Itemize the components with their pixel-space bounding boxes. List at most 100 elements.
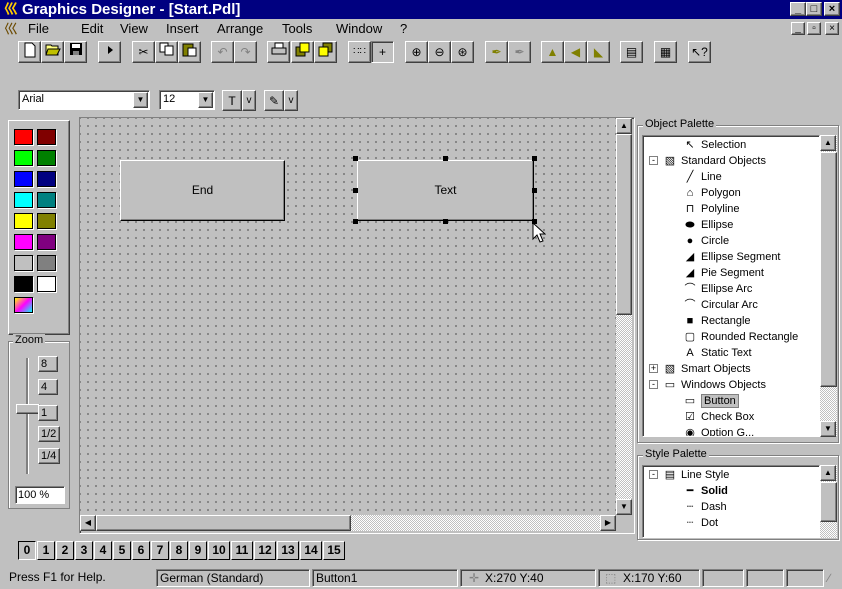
color-swatch[interactable] [14,150,33,166]
color-icon[interactable]: ✒ [485,41,508,63]
selection-handle[interactable] [353,219,358,224]
menu-view[interactable]: View [118,19,150,39]
style-scroll-up-icon[interactable]: ▲ [820,465,836,481]
mdi-close-button[interactable]: × [825,22,839,35]
library-icon[interactable]: ▦ [654,41,677,63]
paste-icon[interactable] [178,41,201,63]
layer-button-0[interactable]: 0 [18,541,36,560]
object-palette-tree-item[interactable]: ◉ Option G... [683,425,754,436]
object-scroll-down-icon[interactable]: ▼ [820,421,836,437]
save-icon[interactable] [64,41,87,63]
flip-horizontal-icon[interactable]: ▲ [541,41,564,63]
object-scroll-thumb[interactable] [820,152,837,387]
text-color-dropdown[interactable]: v [242,90,256,111]
maximize-button[interactable]: □ [806,2,822,16]
help-icon[interactable]: ↖? [688,41,711,63]
layer-button-7[interactable]: 7 [151,541,169,560]
menu-file[interactable]: File [26,19,51,39]
selection-handle[interactable] [353,156,358,161]
layer-button-2[interactable]: 2 [56,541,74,560]
horizontal-scroll-thumb[interactable] [96,515,351,531]
menu-tools[interactable]: Tools [280,19,314,39]
print-icon[interactable] [267,41,290,63]
zoom-in-icon[interactable]: ⊕ [405,41,428,63]
zoom-level-8[interactable]: 8 [38,356,58,372]
object-palette-tree-item[interactable]: ▢ Rounded Rectangle [683,329,798,345]
flip-vertical-icon[interactable]: ◀ [564,41,587,63]
vertical-scrollbar[interactable]: ▲ ▼ [616,118,632,515]
style-palette-scrollbar[interactable]: ▲ [820,465,837,538]
menu-edit[interactable]: Edit [79,19,105,39]
object-palette-tree-item[interactable]: ⌂ Polygon [683,185,741,201]
document-icon[interactable]: ⼮ [4,19,18,39]
color-swatch[interactable] [14,192,33,208]
custom-color-icon[interactable] [14,297,33,313]
minimize-button[interactable]: _ [790,2,806,16]
zoom-fit-icon[interactable]: ⊛ [451,41,474,63]
color-swatch[interactable] [14,171,33,187]
style-scroll-thumb[interactable] [820,482,837,522]
horizontal-scrollbar[interactable]: ◀ ▶ [80,515,616,531]
scroll-down-icon[interactable]: ▼ [616,499,632,515]
object-palette-tree-item[interactable]: A Static Text [683,345,751,361]
new-icon[interactable] [18,41,41,63]
layer-button-9[interactable]: 9 [189,541,207,560]
layer-button-10[interactable]: 10 [208,541,230,560]
layer-button-1[interactable]: 1 [37,541,55,560]
style-palette-tree-item[interactable]: ━ Solid [683,483,728,499]
selection-handle[interactable] [443,156,448,161]
expand-icon[interactable]: + [649,364,658,373]
collapse-icon[interactable]: - [649,156,658,165]
color-swatch[interactable] [14,213,33,229]
drawing-canvas[interactable]: End Text [80,118,616,515]
zoom-slider-track[interactable] [26,358,29,474]
font-combo[interactable]: Arial ▼ [18,90,150,110]
object-palette-tree-item[interactable]: ● Circle [683,233,729,249]
zoom-slider-thumb[interactable] [16,404,40,414]
line-color-pen-icon[interactable]: ✎ [264,90,284,111]
canvas-button-end[interactable]: End [120,160,285,221]
object-palette-tree-item[interactable]: ☑ Check Box [683,409,754,425]
open-icon[interactable] [41,41,64,63]
color-swatch[interactable] [37,234,56,250]
bring-front-icon[interactable] [291,41,314,63]
selection-handle[interactable] [353,188,358,193]
scroll-left-icon[interactable]: ◀ [80,515,96,531]
object-scroll-up-icon[interactable]: ▲ [820,135,836,151]
selection-handle[interactable] [532,156,537,161]
color-swatch[interactable] [14,234,33,250]
collapse-icon[interactable]: - [649,470,658,479]
mdi-restore-button[interactable]: ▫ [807,22,821,35]
object-palette-tree-item[interactable]: ▭ Button [683,393,739,409]
vertical-scroll-thumb[interactable] [616,134,632,315]
object-palette-tree-item[interactable]: ◢ Pie Segment [683,265,764,281]
object-palette-tree-item[interactable]: ↖ Selection [683,137,746,153]
mdi-minimize-button[interactable]: _ [791,22,805,35]
layer-button-4[interactable]: 4 [94,541,112,560]
selection-handle[interactable] [532,188,537,193]
app-icon[interactable]: ⼮ [4,1,18,17]
object-palette-scrollbar[interactable]: ▲ ▼ [820,135,837,437]
object-palette-tree-item[interactable]: ⌒ Circular Arc [683,297,758,313]
object-palette-tree-item[interactable]: ■ Rectangle [683,313,751,329]
zoom-percent-field[interactable]: 100 % [15,486,65,504]
object-palette-tree-item[interactable]: ⬬ Ellipse [683,217,733,233]
style-palette-tree-item[interactable]: ┈ Dot [683,515,718,531]
line-color-icon[interactable]: ✒ [508,41,531,63]
layer-button-11[interactable]: 11 [231,541,253,560]
zoom-out-icon[interactable]: ⊖ [428,41,451,63]
color-swatch[interactable] [37,255,56,271]
properties-icon[interactable]: ▤ [620,41,643,63]
object-palette-tree-item[interactable]: ⊓ Polyline [683,201,740,217]
layer-button-5[interactable]: 5 [113,541,131,560]
object-palette-tree-item[interactable]: + ▧ Smart Objects [649,361,751,377]
font-size-combo[interactable]: 12 ▼ [159,90,215,110]
send-back-icon[interactable] [314,41,337,63]
object-palette-tree-item[interactable]: ╱ Line [683,169,722,185]
layer-button-13[interactable]: 13 [277,541,299,560]
object-palette-tree-item[interactable]: ⌒ Ellipse Arc [683,281,753,297]
scroll-right-icon[interactable]: ▶ [600,515,616,531]
object-palette-tree-item[interactable]: - ▭ Windows Objects [649,377,766,393]
style-palette-tree-item[interactable]: - ▤ Line Style [649,467,729,483]
color-swatch[interactable] [14,255,33,271]
